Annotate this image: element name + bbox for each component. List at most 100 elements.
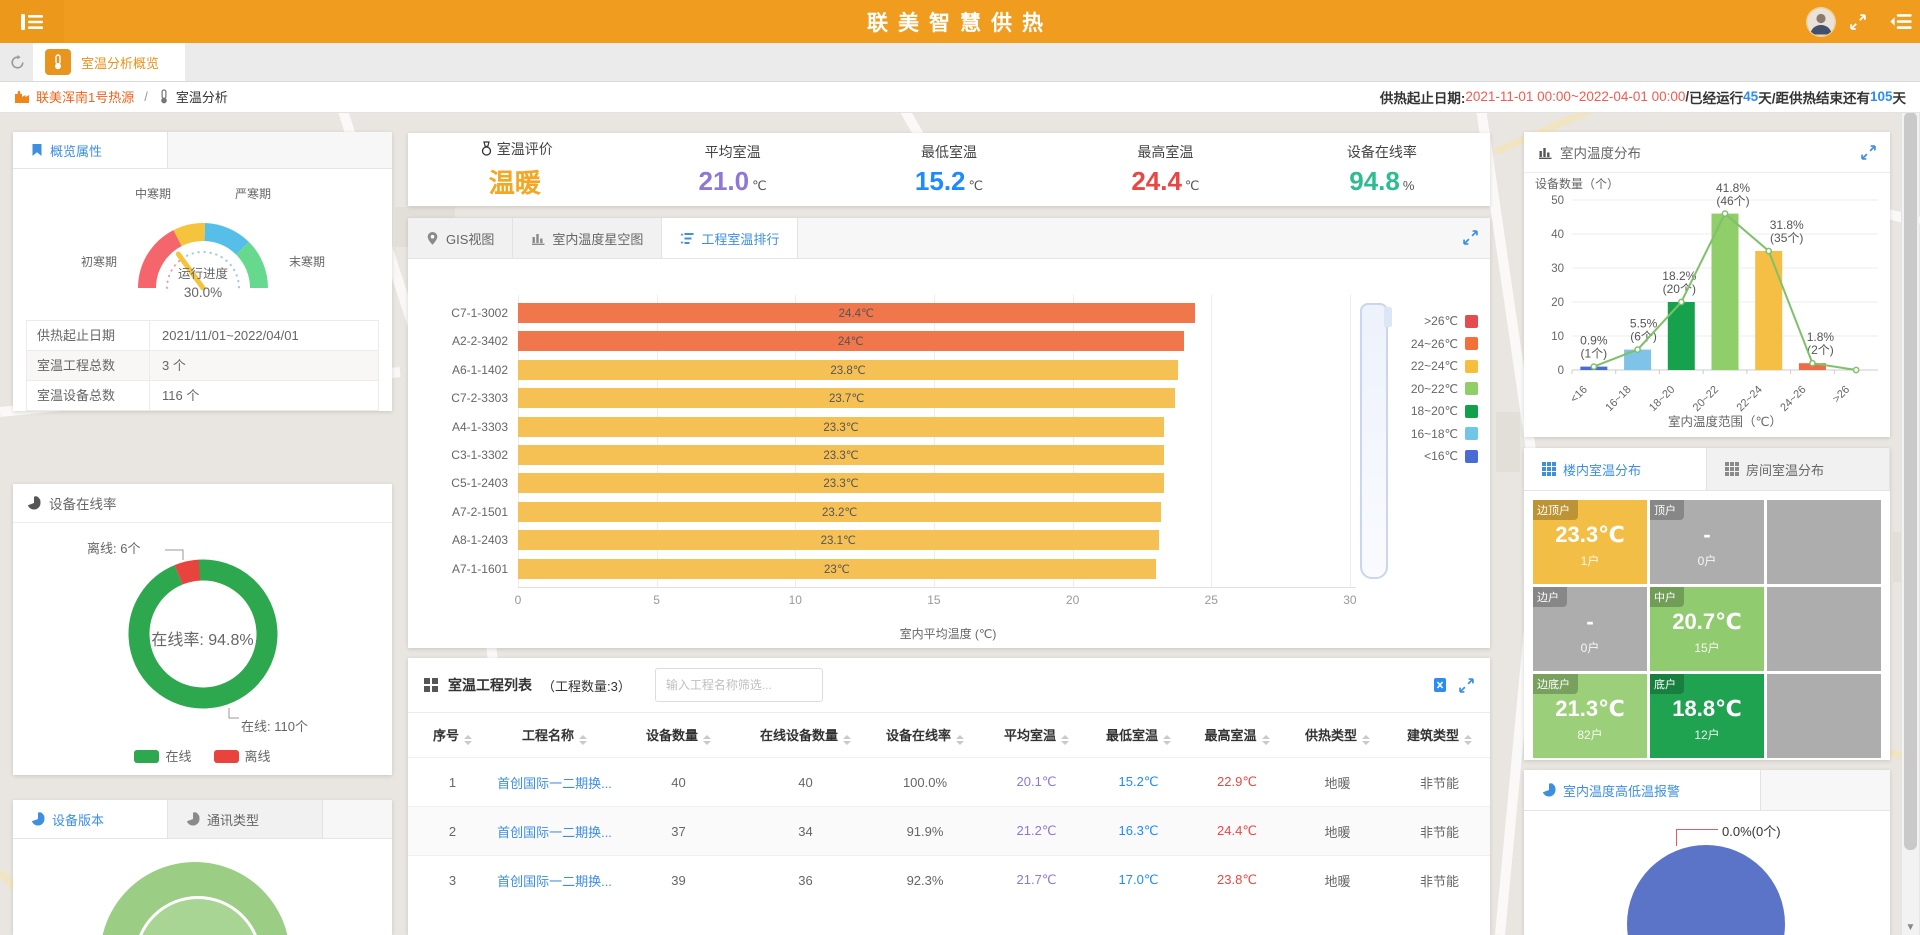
table-cell[interactable]: 首创国际一二期换... bbox=[497, 871, 612, 890]
expand-icon bbox=[1459, 678, 1474, 693]
table-cell: 40 bbox=[745, 775, 866, 790]
tab-通讯类型[interactable]: 通讯类型 bbox=[168, 800, 323, 838]
cell-temperature: 18.8℃ bbox=[1650, 696, 1764, 722]
gauge-segment-label: 中寒期 bbox=[135, 186, 171, 201]
sort-icon[interactable] bbox=[464, 735, 472, 745]
menu-collapse-button[interactable] bbox=[1890, 13, 1912, 30]
avatar[interactable] bbox=[1806, 7, 1836, 37]
cell-position-tag: 边底户 bbox=[1533, 674, 1578, 694]
tab-temp-alarm[interactable]: 室内温度高低温报警 bbox=[1524, 770, 1761, 810]
user-icon bbox=[1807, 8, 1835, 36]
sort-icon[interactable] bbox=[703, 735, 711, 745]
attribute-label: 室温设备总数 bbox=[27, 381, 150, 410]
offline-leader-line bbox=[165, 550, 183, 560]
tab-room-temp-overview[interactable]: 室温分析概览 bbox=[33, 43, 185, 81]
expand-icon bbox=[1850, 14, 1866, 30]
sort-icon[interactable] bbox=[843, 735, 851, 745]
online-leader-line bbox=[229, 708, 239, 718]
rank-row: C7-2-3303 23.7℃ bbox=[408, 388, 1490, 408]
rank-category-label: A2-2-3402 bbox=[408, 334, 508, 348]
building-cell: 边顶户 23.3℃ 1户 bbox=[1533, 500, 1647, 584]
building-grid: 边顶户 23.3℃ 1户顶户 - 0户边户 - 0户中户 20.7℃ 15户边底… bbox=[1533, 500, 1881, 758]
hist-bar-label: 0.9% bbox=[1580, 334, 1608, 348]
refresh-button[interactable] bbox=[10, 55, 25, 70]
scrollbar-down-arrow[interactable]: ▼ bbox=[1902, 922, 1919, 933]
sort-icon[interactable] bbox=[956, 735, 964, 745]
x-axis-title: 室内温度范围（℃） bbox=[1668, 414, 1782, 429]
legend-item: 在线 bbox=[134, 746, 191, 765]
legend-swatch bbox=[1465, 427, 1478, 440]
project-search-input[interactable] bbox=[664, 677, 823, 693]
rank-category-label: C5-1-2403 bbox=[408, 476, 508, 490]
tab-室内温度星空图[interactable]: 室内温度星空图 bbox=[513, 218, 662, 258]
project-table: 序号工程名称设备数量在线设备数量设备在线率平均室温最低室温最高室温供热类型建筑类… bbox=[408, 713, 1490, 904]
sort-icon[interactable] bbox=[579, 735, 587, 745]
fullscreen-button[interactable] bbox=[1850, 14, 1866, 30]
hist-line-marker bbox=[1591, 364, 1596, 369]
legend-label: 18~20℃ bbox=[1411, 404, 1458, 418]
column-header[interactable]: 设备数量 bbox=[612, 725, 745, 745]
expand-button[interactable] bbox=[1463, 230, 1478, 245]
table-cell[interactable]: 首创国际一二期换... bbox=[497, 822, 612, 841]
column-header[interactable]: 序号 bbox=[408, 725, 497, 745]
stat-label: 最低室温 bbox=[841, 142, 1057, 162]
sort-icon[interactable] bbox=[1061, 735, 1069, 745]
hist-bar-count: (2个) bbox=[1807, 343, 1834, 357]
tab-设备版本[interactable]: 设备版本 bbox=[13, 800, 168, 838]
sort-icon[interactable] bbox=[1262, 735, 1270, 745]
stat-label: 平均室温 bbox=[624, 142, 840, 162]
column-header[interactable]: 平均室温 bbox=[984, 725, 1089, 745]
table-cell[interactable]: 首创国际一二期换... bbox=[497, 773, 612, 792]
sort-icon[interactable] bbox=[1464, 735, 1472, 745]
sort-icon[interactable] bbox=[1163, 735, 1171, 745]
column-header[interactable]: 建筑类型 bbox=[1389, 725, 1490, 745]
export-excel-button[interactable] bbox=[1433, 677, 1447, 693]
scrollbar-thumb[interactable] bbox=[1904, 112, 1917, 850]
legend-swatch bbox=[134, 750, 159, 763]
legend-swatch bbox=[1465, 360, 1478, 373]
column-header[interactable]: 最高室温 bbox=[1188, 725, 1286, 745]
y-tick-label: 10 bbox=[1551, 331, 1564, 343]
stat-label: 室温评价 bbox=[408, 139, 624, 159]
sort-icon[interactable] bbox=[1362, 735, 1370, 745]
temp-distribution-panel: 室内温度分布 设备数量（个）010203040500.9%(1个)<165.5%… bbox=[1524, 132, 1890, 437]
y-tick-label: 40 bbox=[1551, 229, 1564, 241]
cell-position-tag: 底户 bbox=[1650, 674, 1684, 694]
online-rate-label: 在线率: 94.8% bbox=[13, 626, 392, 650]
column-header[interactable]: 工程名称 bbox=[497, 725, 612, 745]
legend-swatch bbox=[1465, 450, 1478, 463]
tab-GIS视图[interactable]: GIS视图 bbox=[408, 218, 513, 258]
x-tick-label: 15 bbox=[927, 593, 940, 607]
tab-房间室温分布[interactable]: 房间室温分布 bbox=[1707, 448, 1890, 490]
column-header[interactable]: 在线设备数量 bbox=[745, 725, 866, 745]
stat-value: 温暖 bbox=[408, 163, 624, 200]
cell-position-tag: 中户 bbox=[1650, 587, 1684, 607]
breadcrumb-source-link[interactable]: 联美浑南1号热源 bbox=[36, 87, 134, 106]
tab-overview-attrs[interactable]: 概览属性 bbox=[13, 132, 168, 168]
x-tick-label: <16 bbox=[1568, 384, 1590, 406]
tab-label: 楼内室温分布 bbox=[1563, 460, 1641, 479]
panel-title: 设备在线率 bbox=[49, 493, 117, 513]
cell-temperature: 21.3℃ bbox=[1533, 696, 1647, 722]
gauge-segment bbox=[147, 238, 178, 288]
gauge-segment bbox=[205, 232, 243, 248]
tab-工程室温排行[interactable]: 工程室温排行 bbox=[662, 218, 798, 258]
expand-button[interactable] bbox=[1459, 678, 1474, 693]
rank-category-label: C7-1-3002 bbox=[408, 306, 508, 320]
column-header[interactable]: 最低室温 bbox=[1089, 725, 1188, 745]
thermometer-icon bbox=[45, 49, 71, 75]
rank-bar: 23.7℃ bbox=[518, 388, 1175, 408]
x-axis bbox=[518, 587, 1356, 588]
legend-swatch bbox=[214, 750, 239, 763]
stat-value: 21.0℃ bbox=[624, 166, 840, 197]
tab-楼内室温分布[interactable]: 楼内室温分布 bbox=[1524, 448, 1707, 490]
app-header: 联美智慧供热 bbox=[0, 0, 1920, 43]
pin-icon bbox=[426, 231, 439, 246]
gauge-segment bbox=[243, 248, 259, 288]
column-header[interactable]: 设备在线率 bbox=[866, 725, 984, 745]
expand-button[interactable] bbox=[1861, 145, 1876, 160]
pie-icon bbox=[27, 496, 41, 510]
temp-alarm-panel: 室内温度高低温报警 0.0%(0个) bbox=[1524, 770, 1890, 935]
column-header[interactable]: 供热类型 bbox=[1286, 725, 1389, 745]
grid-icon bbox=[1542, 462, 1556, 476]
